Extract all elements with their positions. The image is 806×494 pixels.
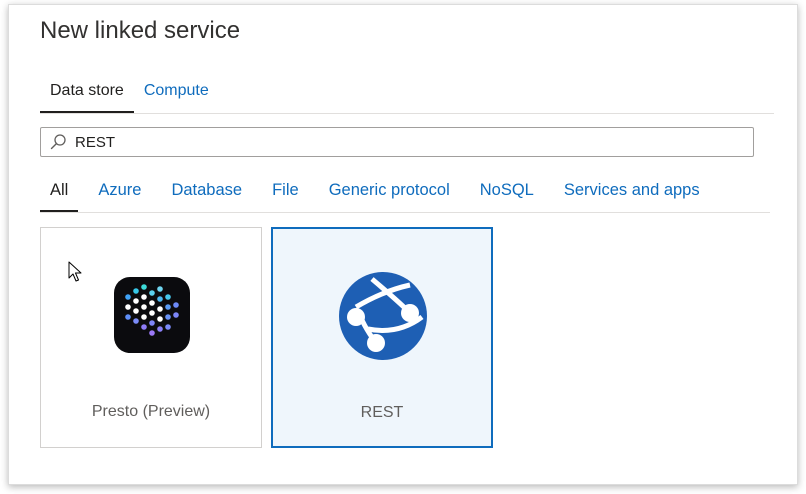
connector-label-rest: REST [360, 404, 404, 421]
filter-nosql[interactable]: NoSQL [480, 177, 534, 210]
presto-logo-icon [114, 277, 190, 353]
rest-globe-icon [339, 272, 427, 360]
filter-database[interactable]: Database [171, 177, 242, 210]
filter-generic-protocol[interactable]: Generic protocol [329, 177, 450, 210]
tabs-divider [40, 113, 774, 114]
dialog-title: New linked service [40, 17, 241, 44]
category-filters: All Azure Database File Generic protocol… [40, 177, 730, 213]
tab-data-store[interactable]: Data store [40, 74, 134, 114]
search-input[interactable] [75, 133, 715, 151]
search-box[interactable] [40, 127, 754, 157]
connector-card-rest[interactable]: REST [271, 227, 493, 448]
connector-label-presto: Presto (Preview) [91, 403, 211, 420]
mouse-pointer-icon [68, 261, 82, 282]
tab-compute[interactable]: Compute [134, 74, 219, 114]
filter-file[interactable]: File [272, 177, 299, 210]
filter-all[interactable]: All [40, 177, 79, 213]
filters-divider [40, 212, 770, 213]
filter-azure[interactable]: Azure [98, 177, 141, 210]
service-type-tabs: Data store Compute [40, 74, 219, 114]
search-icon [50, 134, 66, 150]
new-linked-service-dialog: New linked service Data store Compute Al… [8, 4, 798, 485]
filter-services-and-apps[interactable]: Services and apps [564, 177, 700, 210]
